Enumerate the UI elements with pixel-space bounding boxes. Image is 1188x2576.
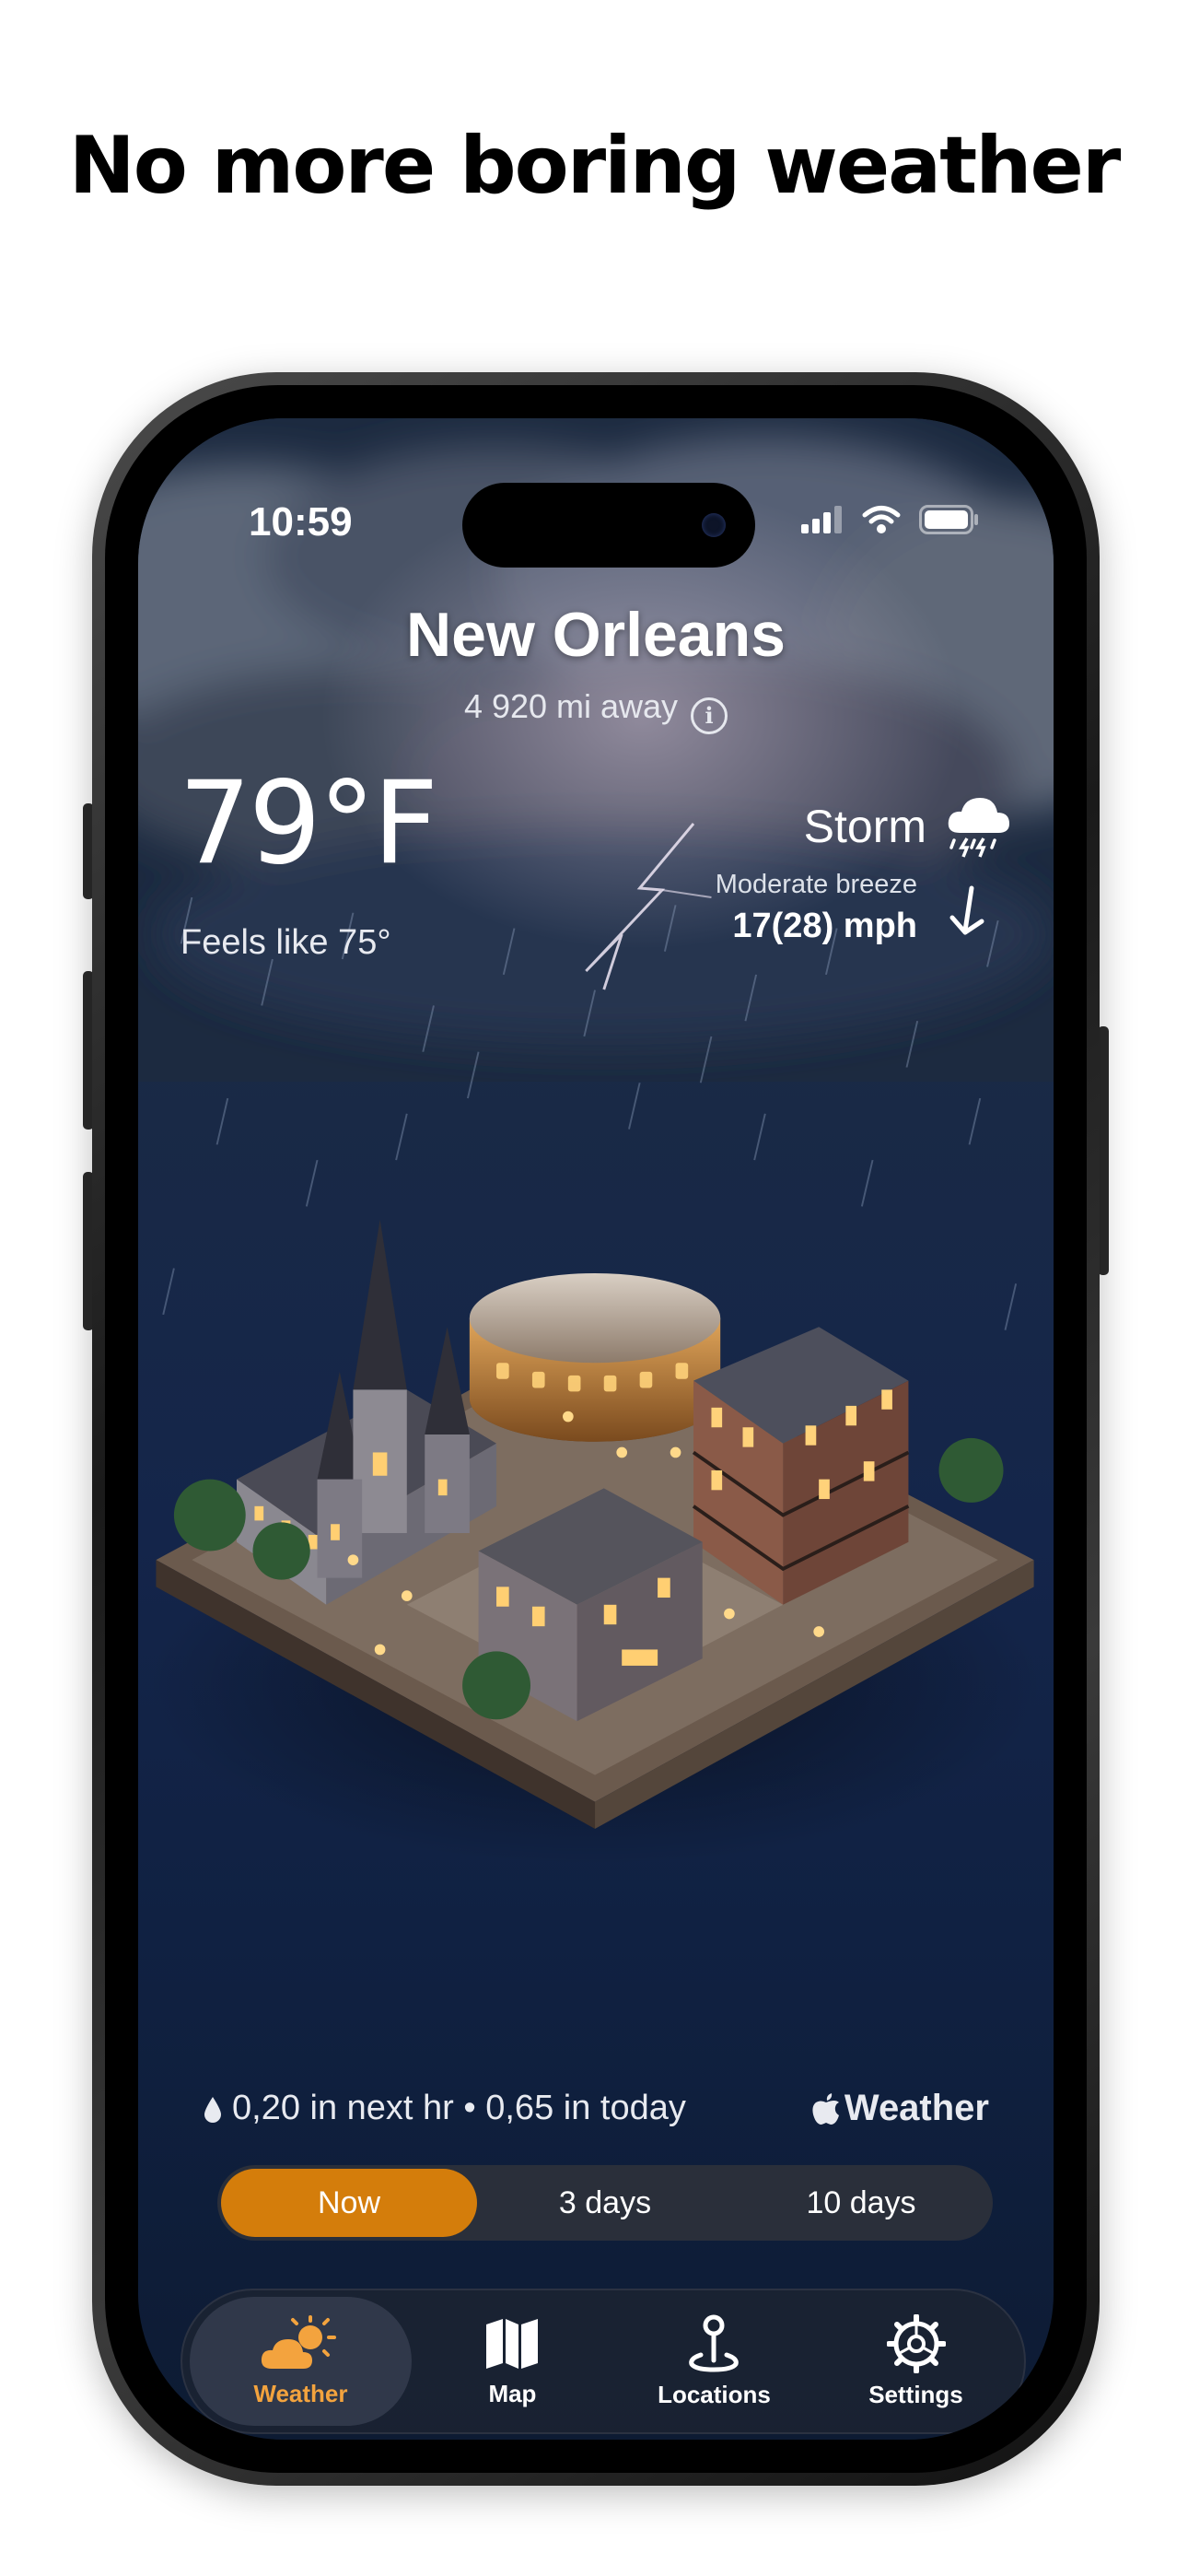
tab-settings-label: Settings [868, 2380, 963, 2408]
camera-icon [702, 513, 726, 537]
distance-text: 4 920 mi away [463, 687, 679, 725]
phone-frame: 10:59 New Orleans 4 920 mi away i 79°F F… [92, 372, 1100, 2486]
weather-sun-cloud-icon [262, 2314, 337, 2369]
range-option-now[interactable]: Now [221, 2169, 477, 2237]
thunderstorm-icon [948, 798, 1009, 858]
feels-like: Feels like 75° [181, 923, 391, 962]
location-pin-icon [689, 2314, 740, 2372]
status-time: 10:59 [249, 499, 353, 544]
tab-map-label: Map [488, 2379, 537, 2407]
city-name[interactable]: New Orleans [138, 599, 1054, 671]
location-distance: 4 920 mi away i [138, 687, 1054, 734]
precipitation-row: 0,20 in next hr • 0,65 in today Weather [203, 2088, 989, 2129]
precipitation-text: 0,20 in next hr • 0,65 in today [232, 2089, 686, 2127]
status-icons [801, 505, 980, 534]
range-option-3-days[interactable]: 3 days [477, 2169, 733, 2237]
condition: Storm [804, 790, 1015, 862]
info-icon[interactable]: i [691, 697, 728, 734]
raindrop-icon [204, 2096, 221, 2123]
condition-label: Storm [803, 801, 926, 852]
tab-weather-label: Weather [253, 2379, 348, 2407]
attribution-label: Weather [844, 2088, 989, 2128]
signal-icon [801, 506, 842, 533]
tab-locations-label: Locations [658, 2380, 771, 2408]
headline: No more boring weather [68, 120, 1122, 212]
city-illustration [146, 1219, 1043, 1865]
gear-icon [886, 2313, 946, 2373]
wifi-icon [862, 506, 901, 533]
tab-bar: Weather Map Locations Settings [181, 2289, 1026, 2434]
dynamic-island [462, 483, 755, 568]
app-screen: 10:59 New Orleans 4 920 mi away i 79°F F… [138, 418, 1054, 2440]
battery-icon [919, 505, 978, 534]
tab-weather[interactable]: Weather [190, 2297, 412, 2426]
map-icon [486, 2318, 539, 2369]
apple-logo-icon [812, 2092, 839, 2125]
wind-description: Moderate breeze [715, 870, 917, 899]
tab-map[interactable]: Map [412, 2297, 613, 2426]
weather-attribution[interactable]: Weather [811, 2088, 989, 2129]
range-option-10-days[interactable]: 10 days [733, 2169, 989, 2237]
wind-direction-arrow-icon [949, 885, 984, 935]
current-temperature: 79°F [179, 757, 438, 890]
wind-speed: 17(28) mph [732, 907, 917, 945]
tab-settings[interactable]: Settings [815, 2297, 1017, 2426]
tab-locations[interactable]: Locations [613, 2297, 815, 2426]
forecast-range-selector: Now 3 days 10 days [217, 2165, 993, 2241]
